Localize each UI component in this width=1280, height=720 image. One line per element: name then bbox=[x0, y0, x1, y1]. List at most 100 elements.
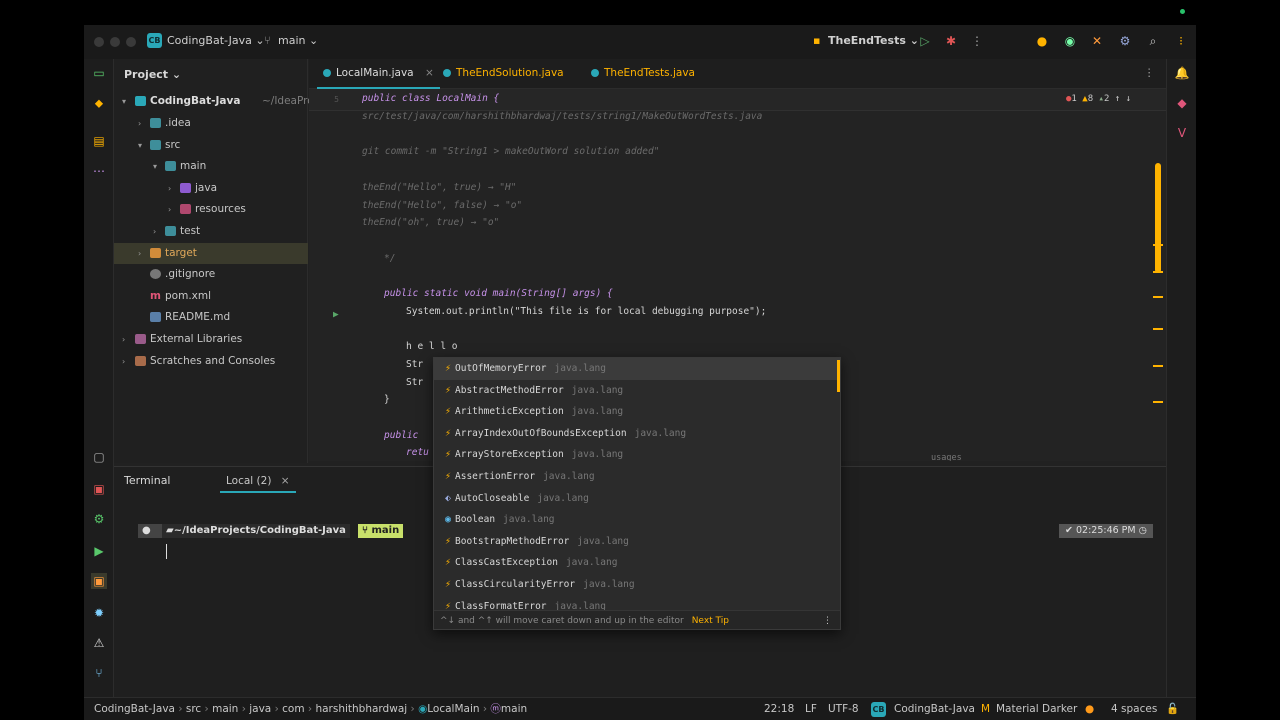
tree-item-resources[interactable]: › resources bbox=[114, 199, 308, 220]
close-tab-icon[interactable]: × bbox=[281, 475, 290, 487]
autocomplete-item[interactable]: ⚡ ArithmeticException java.lang bbox=[434, 401, 840, 423]
tab-theendtests[interactable]: TheEndTests.java bbox=[585, 59, 701, 89]
tree-item-java[interactable]: › java bbox=[114, 178, 308, 199]
arrow-down-icon[interactable]: ↓ bbox=[1126, 94, 1131, 104]
tab-options-icon[interactable]: ⋮ bbox=[1144, 59, 1155, 89]
popup-menu-icon[interactable]: ⋮ bbox=[823, 611, 832, 629]
build-tool-icon[interactable]: ⚙ bbox=[91, 511, 107, 527]
debug-tool-icon[interactable]: ✹ bbox=[91, 605, 107, 621]
project-tool-icon[interactable]: ▭ bbox=[91, 65, 107, 81]
autocomplete-item[interactable]: ⚡ BootstrapMethodError java.lang bbox=[434, 531, 840, 553]
commit-tool-icon[interactable]: ⬥ bbox=[91, 95, 107, 111]
autocomplete-item[interactable]: ⬖ AutoCloseable java.lang bbox=[434, 488, 840, 510]
autocomplete-item[interactable]: ⚡ OutOfMemoryError java.lang bbox=[434, 358, 840, 380]
interface-icon: ⬖ bbox=[444, 492, 452, 504]
tree-item-readme[interactable]: README.md bbox=[114, 307, 308, 328]
tab-localmain[interactable]: LocalMain.java × bbox=[317, 59, 440, 89]
autocomplete-item[interactable]: ⚡ AssertionError java.lang bbox=[434, 466, 840, 488]
tree-item-src[interactable]: ▾ src bbox=[114, 135, 308, 156]
autocomplete-item[interactable]: ⚡ ArrayStoreException java.lang bbox=[434, 444, 840, 466]
project-name[interactable]: CodingBat-Java bbox=[894, 698, 975, 720]
terminal-tool-icon[interactable]: ▣ bbox=[91, 573, 107, 589]
project-panel-title[interactable]: Project ⌄ bbox=[124, 68, 181, 81]
lock-icon[interactable]: 🔓 bbox=[1166, 698, 1179, 720]
indent-setting[interactable]: 4 spaces bbox=[1111, 698, 1157, 720]
run-tool-icon[interactable]: ▶ bbox=[91, 543, 107, 559]
terminal-tab-local[interactable]: Local (2) × bbox=[220, 473, 296, 493]
run-gutter-icon[interactable]: ▶ bbox=[333, 309, 339, 320]
maven-icon[interactable]: V bbox=[1174, 125, 1190, 141]
bookmarks-tool-icon[interactable]: ▢ bbox=[91, 449, 107, 465]
tree-item-external-libraries[interactable]: › External Libraries bbox=[114, 329, 308, 350]
tree-item-test[interactable]: › test bbox=[114, 221, 308, 242]
autocomplete-item[interactable]: ⚡ ArrayIndexOutOfBoundsException java.lang bbox=[434, 423, 840, 445]
breadcrumb-item[interactable]: harshithbhardwaj bbox=[315, 703, 407, 715]
tools-icon[interactable]: ✕ bbox=[1089, 33, 1105, 49]
ide-menu-icon[interactable]: ⁝ bbox=[1173, 33, 1189, 49]
autocomplete-item[interactable]: ⚡ ClassCastException java.lang bbox=[434, 552, 840, 574]
autocomplete-item[interactable]: ⚡ AbstractMethodError java.lang bbox=[434, 380, 840, 402]
next-tip-link[interactable]: Next Tip bbox=[692, 616, 729, 626]
more-actions-icon[interactable]: ⋮ bbox=[969, 33, 985, 49]
breadcrumb-item[interactable]: com bbox=[282, 703, 304, 715]
run-icon[interactable]: ▷ bbox=[917, 33, 933, 49]
warning-count: 8 bbox=[1087, 94, 1094, 104]
editor-scrollbar[interactable] bbox=[1155, 163, 1161, 273]
settings-gear-icon[interactable]: ⚙ bbox=[1117, 33, 1133, 49]
tree-item-target[interactable]: › target bbox=[114, 243, 308, 264]
more-tools-icon[interactable]: ⋯ bbox=[91, 163, 107, 179]
breadcrumb-item[interactable]: main bbox=[212, 703, 238, 715]
file-encoding[interactable]: UTF-8 bbox=[828, 698, 859, 720]
popup-scrollbar[interactable] bbox=[837, 360, 840, 392]
tree-item-idea[interactable]: › .idea bbox=[114, 113, 308, 134]
database-icon[interactable]: ◆ bbox=[1174, 95, 1190, 111]
inspection-widget[interactable]: ●1 ▲8 ▴2 ↑ ↓ bbox=[1066, 94, 1131, 104]
theme-name[interactable]: Material Darker bbox=[996, 698, 1077, 720]
line-separator[interactable]: LF bbox=[805, 698, 817, 720]
caret-position[interactable]: 22:18 bbox=[764, 698, 794, 720]
tab-theendsolution[interactable]: TheEndSolution.java bbox=[437, 59, 570, 89]
terminal-cursor[interactable] bbox=[166, 544, 167, 559]
autocomplete-item-name: AutoCloseable java.lang bbox=[455, 488, 589, 510]
structure-tool-icon[interactable]: ▤ bbox=[91, 133, 107, 149]
breadcrumb-item[interactable]: main bbox=[501, 703, 527, 715]
breadcrumb-item[interactable]: CodingBat-Java bbox=[94, 703, 175, 715]
autocomplete-item-name: BootstrapMethodError java.lang bbox=[455, 531, 629, 553]
code-with-me-icon[interactable]: ● bbox=[1034, 33, 1050, 49]
prompt-path: ▰~/IdeaProjects/CodingBat-Java bbox=[162, 524, 350, 538]
usages-hint[interactable]: usages bbox=[931, 453, 962, 461]
chevron-right-icon: › bbox=[307, 703, 313, 715]
project-badge[interactable]: CB bbox=[147, 33, 162, 48]
git-tool-icon[interactable]: ⑂ bbox=[91, 665, 107, 681]
tree-item-main[interactable]: ▾ main bbox=[114, 156, 308, 177]
tree-item-scratches[interactable]: › Scratches and Consoles bbox=[114, 351, 308, 372]
problems-tool-icon[interactable]: ⚠ bbox=[91, 635, 107, 651]
services-tool-icon[interactable]: ▣ bbox=[91, 481, 107, 497]
code-line: Str bbox=[406, 358, 424, 370]
maximize-window-button[interactable] bbox=[126, 37, 136, 47]
breadcrumb-item[interactable]: LocalMain bbox=[427, 703, 479, 715]
close-window-button[interactable] bbox=[94, 37, 104, 47]
tree-item-label: .gitignore bbox=[165, 268, 216, 280]
breadcrumb-item[interactable]: java bbox=[249, 703, 271, 715]
debug-icon[interactable]: ✱ bbox=[943, 33, 959, 49]
tree-item-root[interactable]: ▾ CodingBat-Java ~/IdeaProjects bbox=[114, 91, 338, 112]
tree-item-gitignore[interactable]: .gitignore bbox=[114, 264, 308, 285]
notifications-icon[interactable]: 🔔 bbox=[1174, 65, 1190, 81]
autocomplete-item[interactable]: ⚡ ClassCircularityError java.lang bbox=[434, 574, 840, 596]
breadcrumb[interactable]: CodingBat-Java › src › main › java › com… bbox=[94, 698, 527, 720]
project-switcher[interactable]: CodingBat-Java ⌄ bbox=[167, 34, 265, 47]
arrow-up-icon[interactable]: ↑ bbox=[1115, 94, 1120, 104]
plugin-status-icon[interactable]: ◉ bbox=[1062, 33, 1078, 49]
search-icon[interactable]: ⌕ bbox=[1145, 33, 1161, 49]
breadcrumb-item[interactable]: src bbox=[186, 703, 201, 715]
minimize-window-button[interactable] bbox=[110, 37, 120, 47]
branch-switcher[interactable]: main ⌄ bbox=[278, 34, 318, 47]
tree-item-label: java bbox=[195, 182, 217, 194]
close-tab-icon[interactable]: × bbox=[425, 67, 434, 79]
tree-item-label: test bbox=[180, 225, 201, 237]
tree-item-pom[interactable]: m pom.xml bbox=[114, 286, 308, 307]
status-indicator-icon[interactable]: ● bbox=[1085, 698, 1094, 720]
autocomplete-item[interactable]: ◉ Boolean java.lang bbox=[434, 509, 840, 531]
run-config-selector[interactable]: TheEndTests ⌄ bbox=[828, 34, 919, 47]
